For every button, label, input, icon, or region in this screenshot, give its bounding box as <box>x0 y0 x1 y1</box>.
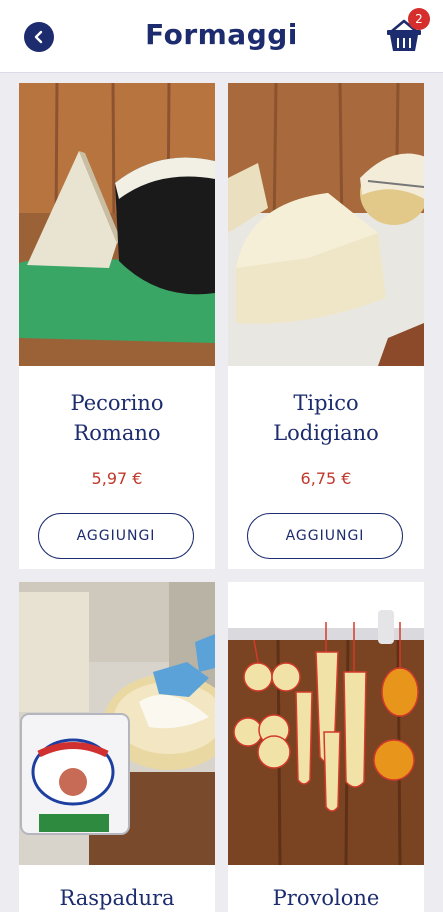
product-card-tipico-lodigiano[interactable]: Tipico Lodigiano 6,75 € AGGIUNGI <box>228 83 424 569</box>
product-image[interactable] <box>19 83 215 366</box>
product-name: Tipico Lodigiano <box>273 391 379 445</box>
product-card-pecorino-romano[interactable]: Pecorino Romano 5,97 € AGGIUNGI <box>19 83 215 569</box>
product-card-raspadura[interactable]: Raspadura <box>19 582 215 912</box>
product-image[interactable] <box>228 582 424 865</box>
product-image[interactable] <box>19 582 215 865</box>
page-title: Formaggi <box>145 18 298 51</box>
add-to-cart-button[interactable]: AGGIUNGI <box>38 513 194 559</box>
product-image[interactable] <box>228 83 424 366</box>
product-card-provolone[interactable]: Provolone <box>228 582 424 912</box>
product-name: Pecorino Romano <box>70 391 164 445</box>
add-to-cart-button[interactable]: AGGIUNGI <box>247 513 403 559</box>
cart-count-badge: 2 <box>408 8 430 30</box>
top-bar: Formaggi 2 <box>0 0 443 73</box>
cart-button[interactable]: 2 <box>384 8 430 56</box>
product-price: 5,97 € <box>91 469 143 488</box>
product-grid: Pecorino Romano 5,97 € AGGIUNGI Tipico L… <box>0 72 443 912</box>
product-name: Provolone <box>272 886 380 910</box>
product-price: 6,75 € <box>300 469 352 488</box>
product-name: Raspadura <box>59 886 175 910</box>
